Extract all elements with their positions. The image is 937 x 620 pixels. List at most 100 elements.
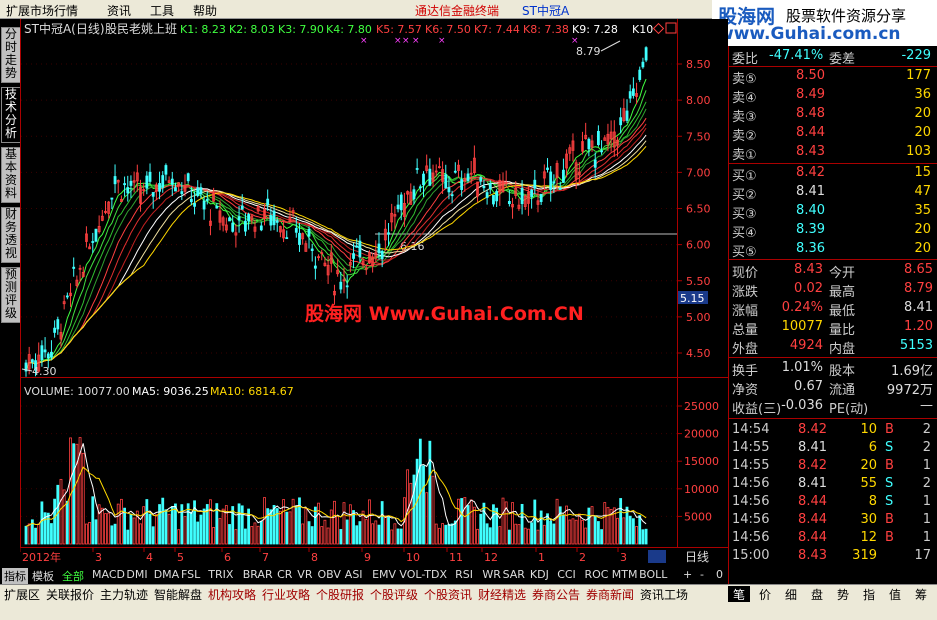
candle-body: [65, 295, 69, 298]
volume-bar: [539, 510, 543, 545]
buy-level-row[interactable]: 买① 8.42 15: [729, 165, 937, 184]
ma-legend-item: K10: [632, 23, 653, 36]
bottom-tab[interactable]: 扩展区: [4, 586, 40, 602]
menu-item-help[interactable]: 帮助: [193, 2, 217, 19]
zoom-in-button[interactable]: +: [683, 568, 692, 581]
bottom-tab[interactable]: 资讯工场: [640, 586, 688, 602]
indicator-tab[interactable]: CCI: [557, 568, 576, 581]
right-panel-tab[interactable]: 笔: [728, 586, 750, 602]
sell-level-row[interactable]: 卖⑤ 8.50 177: [729, 68, 937, 87]
kline-chart[interactable]: ST中冠A(日线) 股民老姚上班 K1: 8.23 K2: 8.03 K3: 7.9…: [20, 19, 728, 566]
volume-bar: [151, 526, 155, 545]
bottom-tab[interactable]: 个股研报: [316, 586, 364, 602]
tab-intraday[interactable]: 分时走势: [1, 27, 21, 83]
sell-level-row[interactable]: 卖② 8.44 20: [729, 125, 937, 144]
ma-legend-item: K2: 8.03: [229, 23, 275, 36]
trade-tick-row: 14:55 8.41 6 S 2: [729, 440, 937, 458]
volume-bar: [507, 529, 511, 545]
zoom-out-button[interactable]: -: [700, 568, 704, 581]
right-panel-tab[interactable]: 价: [754, 586, 776, 602]
indicator-tab[interactable]: DMI: [126, 568, 147, 581]
indicator-tab[interactable]: 全部: [62, 568, 84, 584]
candle-body: [552, 181, 556, 184]
sell-level-row[interactable]: 卖④ 8.49 36: [729, 87, 937, 106]
ma5-label: MA5: 9036.25: [132, 385, 209, 398]
tab-technical-analysis[interactable]: 技术分析: [1, 87, 21, 143]
indicator-tab[interactable]: SAR: [503, 568, 525, 581]
quote-value: 8.41: [904, 300, 933, 315]
right-panel-tab[interactable]: 盘: [806, 586, 828, 602]
volume-bar: [533, 499, 537, 545]
indicator-tab[interactable]: VR: [297, 568, 312, 581]
bottom-tab[interactable]: 券商新闻: [586, 586, 634, 602]
date-tick-label: 6: [224, 551, 231, 564]
volume-bar: [600, 529, 603, 545]
menu-item-news[interactable]: 资讯: [107, 2, 131, 19]
ma-legend-item: K7: 7.44: [474, 23, 520, 36]
indicator-tab[interactable]: WR: [482, 568, 501, 581]
sell-level-row[interactable]: 卖③ 8.48 20: [729, 106, 937, 125]
tab-forecast-rating[interactable]: 预测评级: [1, 267, 21, 323]
order-level-label: 买④: [732, 226, 757, 241]
indicator-tab[interactable]: BOLL: [639, 568, 667, 581]
candle-body: [352, 253, 355, 259]
candle-body: [237, 216, 241, 221]
right-panel-tab[interactable]: 筹: [910, 586, 932, 602]
right-panel-tab[interactable]: 值: [884, 586, 906, 602]
tab-financials[interactable]: 财务透视: [1, 207, 21, 263]
indicator-tab[interactable]: DMA: [154, 568, 180, 581]
quote-value: 8.79: [904, 281, 933, 296]
sell-level-row[interactable]: 卖① 8.43 103: [729, 144, 937, 163]
indicator-tab[interactable]: VOL-TDX: [399, 568, 447, 581]
menu-item-extended-market[interactable]: 扩展市场行情: [6, 2, 78, 19]
indicator-tab[interactable]: BRAR: [243, 568, 273, 581]
volume-bar: [272, 505, 276, 545]
axis-scroll-box[interactable]: [648, 550, 666, 563]
bottom-tab[interactable]: 券商公告: [532, 586, 580, 602]
trade-count: 2: [922, 476, 931, 491]
bottom-tab[interactable]: 主力轨迹: [100, 586, 148, 602]
trade-tick-row: 15:00 8.43 319 17: [729, 548, 937, 566]
bottom-tab[interactable]: 行业攻略: [262, 586, 310, 602]
candle-body: [199, 187, 203, 195]
bottom-tab[interactable]: 机构攻略: [208, 586, 256, 602]
indicator-tab[interactable]: 指标: [2, 568, 28, 584]
indicator-tab[interactable]: EMV: [372, 568, 396, 581]
buy-level-row[interactable]: 买② 8.41 47: [729, 184, 937, 203]
bottom-tab[interactable]: 个股评级: [370, 586, 418, 602]
period-label[interactable]: 日线: [685, 550, 709, 564]
indicator-tab[interactable]: OBV: [318, 568, 341, 581]
indicator-tab[interactable]: RSI: [455, 568, 473, 581]
indicator-tab[interactable]: CR: [277, 568, 292, 581]
buy-level-row[interactable]: 买⑤ 8.36 20: [729, 241, 937, 260]
bottom-tab[interactable]: 智能解盘: [154, 586, 202, 602]
right-panel-tab[interactable]: 势: [832, 586, 854, 602]
menu-item-tools[interactable]: 工具: [150, 2, 174, 19]
indicator-tab[interactable]: FSL: [181, 568, 200, 581]
bottom-tab[interactable]: 关联报价: [46, 586, 94, 602]
right-panel-tab[interactable]: 细: [780, 586, 802, 602]
indicator-tab[interactable]: KDJ: [530, 568, 549, 581]
zoom-reset-button[interactable]: 0: [716, 568, 723, 581]
chart-stock-name: ST中冠A(日线): [24, 21, 105, 36]
stat-label: 净资: [732, 383, 759, 398]
indicator-tab[interactable]: MTM: [612, 568, 638, 581]
buy-level-row[interactable]: 买④ 8.39 20: [729, 222, 937, 241]
trade-side: B: [885, 512, 894, 527]
indicator-tab[interactable]: ASI: [345, 568, 363, 581]
bottom-tab[interactable]: 财经精选: [478, 586, 526, 602]
indicator-tab[interactable]: TRIX: [208, 568, 233, 581]
indicator-tab[interactable]: ROC: [585, 568, 609, 581]
tab-fundamentals[interactable]: 基本资料: [1, 147, 21, 203]
buy-level-row[interactable]: 买③ 8.40 35: [729, 203, 937, 222]
volume-bar: [94, 519, 98, 545]
stat-label: 流通: [829, 383, 856, 398]
order-level-label: 卖②: [732, 129, 757, 144]
indicator-tab[interactable]: 模板: [32, 568, 54, 584]
bottom-tab[interactable]: 个股资讯: [424, 586, 472, 602]
volume-bar: [170, 506, 174, 545]
volume-bar: [46, 512, 50, 545]
indicator-tab[interactable]: MACD: [92, 568, 125, 581]
trade-count: 1: [922, 530, 931, 545]
right-panel-tab[interactable]: 指: [858, 586, 880, 602]
